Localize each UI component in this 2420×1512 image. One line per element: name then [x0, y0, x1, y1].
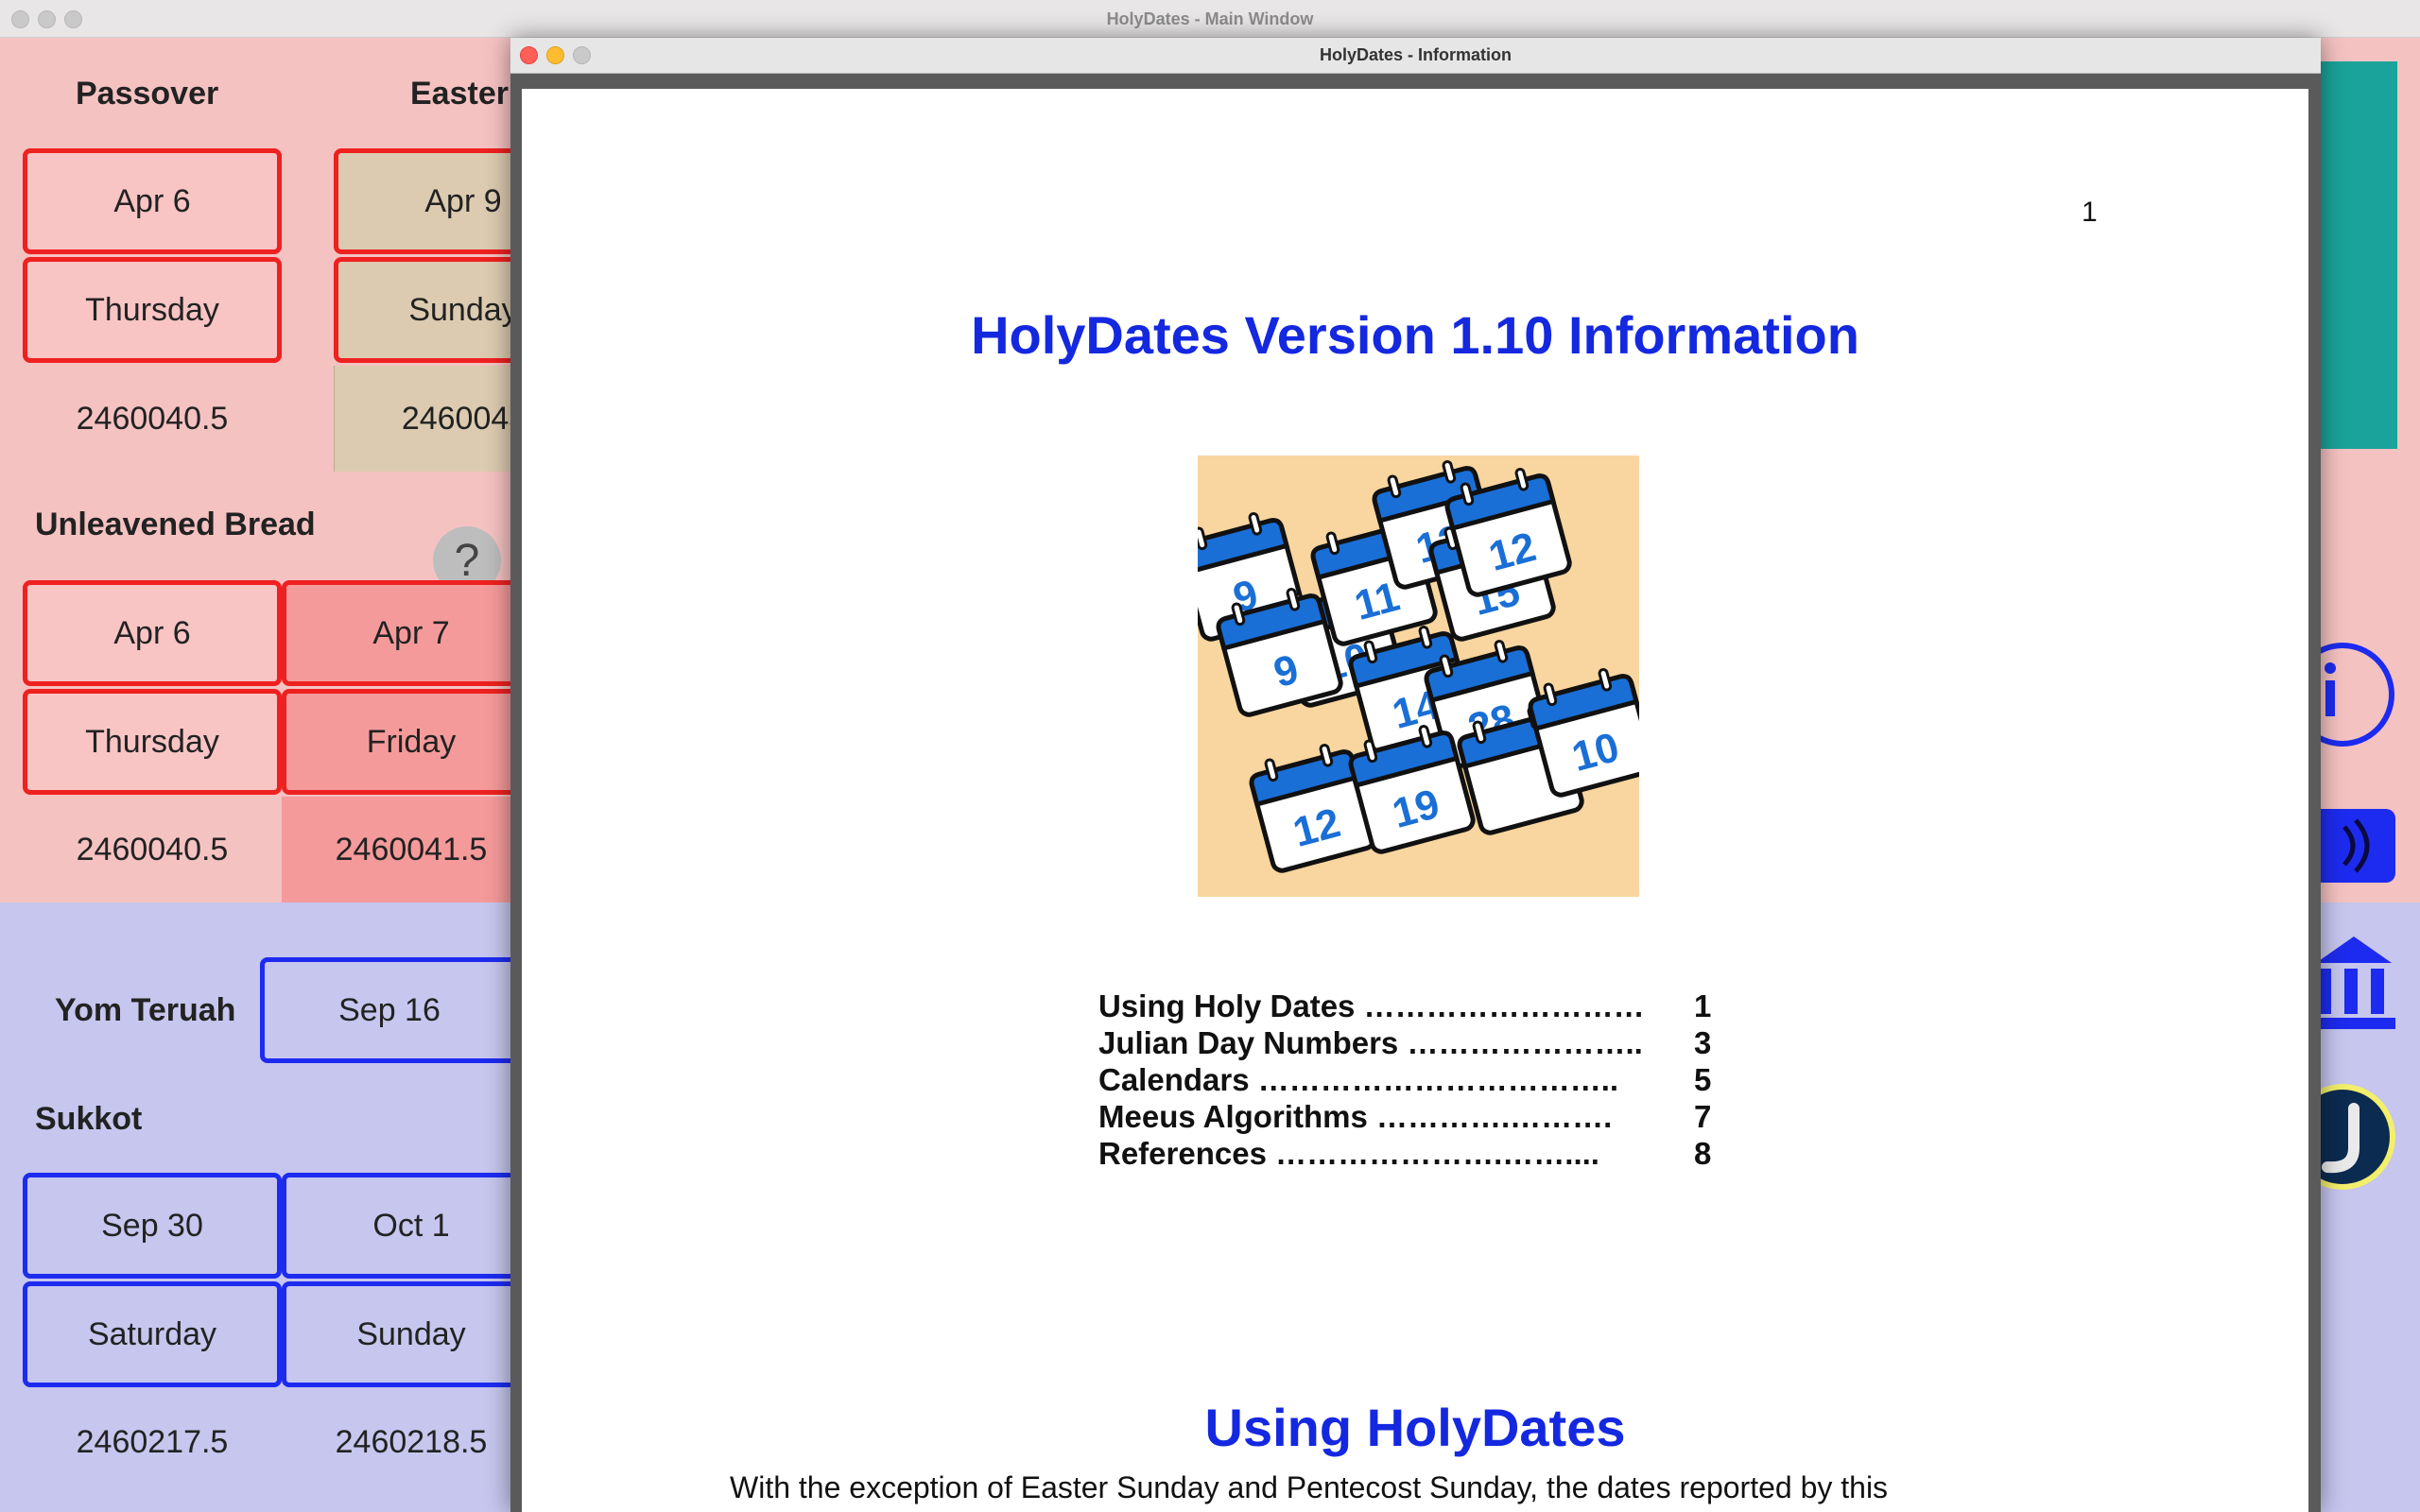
main-titlebar: HolyDates - Main Window: [0, 0, 2420, 38]
sukkot-day1-date-button[interactable]: Sep 30: [23, 1173, 282, 1279]
unleavened-day2-date-button[interactable]: Apr 7: [282, 580, 541, 686]
toc-page: 7: [1694, 1099, 1712, 1134]
page-number: 1: [2082, 197, 2098, 228]
toc-row[interactable]: Calendars …………………………….. 5: [1098, 1062, 1760, 1099]
passover-weekday-button[interactable]: Thursday: [23, 257, 282, 363]
table-of-contents: Using Holy Dates ……………………… 1 Julian Day N…: [1098, 988, 1760, 1173]
toc-title: Julian Day Numbers …………………..: [1098, 1025, 1643, 1060]
unleavened-day1-weekday-button[interactable]: Thursday: [23, 689, 282, 795]
section-heading: Using HolyDates: [1204, 1398, 1626, 1457]
jerusalem-icon[interactable]: [2307, 1082, 2401, 1195]
document-title: HolyDates Version 1.10 Information: [971, 305, 1859, 365]
easter-label: Easter: [410, 76, 509, 112]
toc-page: 1: [1694, 988, 1712, 1023]
speaker-icon[interactable]: [2307, 803, 2401, 888]
sukkot-day1-jdn: 2460217.5: [76, 1423, 229, 1460]
toc-row[interactable]: References ………………….…….... 8: [1098, 1136, 1760, 1173]
unleavened-day1-jdn: 2460040.5: [76, 831, 229, 868]
sukkot-day2-weekday-button[interactable]: Sunday: [282, 1281, 541, 1387]
toc-row[interactable]: Meeus Algorithms ………….………. 7: [1098, 1099, 1760, 1136]
museum-icon[interactable]: [2307, 931, 2401, 1035]
document-page[interactable]: 1 HolyDates Version 1.10 Information 9 1…: [522, 89, 2308, 1512]
passover-label: Passover: [76, 76, 219, 112]
unleavened-bread-label: Unleavened Bread: [35, 507, 316, 542]
toc-title: Calendars ……………………………..: [1098, 1062, 1619, 1097]
sukkot-day1-weekday-button[interactable]: Saturday: [23, 1281, 282, 1387]
unleavened-day2-weekday-button[interactable]: Friday: [282, 689, 541, 795]
unleavened-day1-date-button[interactable]: Apr 6: [23, 580, 282, 686]
toc-page: 5: [1694, 1062, 1712, 1097]
holydates-calendar-logo: 9 10 11 13 9 14 15 28 12 19 10 12: [1198, 455, 1639, 897]
sukkot-day2-date-button[interactable]: Oct 1: [282, 1173, 541, 1279]
toc-title: Meeus Algorithms ………….……….: [1098, 1099, 1613, 1134]
info-icon[interactable]: [2307, 638, 2401, 751]
sukkot-day2-jdn: 2460218.5: [335, 1423, 488, 1460]
passover-jdn: 2460040.5: [76, 400, 229, 437]
toc-row[interactable]: Julian Day Numbers ………………….. 3: [1098, 1025, 1760, 1062]
toc-title: Using Holy Dates ………………………: [1098, 988, 1645, 1023]
unleavened-day2-jdn: 2460041.5: [282, 797, 541, 902]
info-window: HolyDates - Information 1 HolyDates Vers…: [510, 38, 2321, 1512]
main-window-title: HolyDates - Main Window: [1106, 9, 1314, 28]
sukkot-label: Sukkot: [35, 1101, 143, 1137]
passover-date-button[interactable]: Apr 6: [23, 148, 282, 254]
toc-title: References ………………….……....: [1098, 1136, 1599, 1171]
toc-page: 3: [1694, 1025, 1712, 1060]
yom-teruah-date-button[interactable]: Sep 16: [260, 957, 519, 1063]
info-window-title: HolyDates - Information: [1319, 45, 1512, 64]
toc-row[interactable]: Using Holy Dates ……………………… 1: [1098, 988, 1760, 1025]
info-titlebar: HolyDates - Information: [510, 38, 2321, 74]
section-paragraph: With the exception of Easter Sunday and …: [730, 1470, 1889, 1504]
yom-teruah-label: Yom Teruah: [55, 992, 236, 1028]
toc-page: 8: [1694, 1136, 1712, 1171]
